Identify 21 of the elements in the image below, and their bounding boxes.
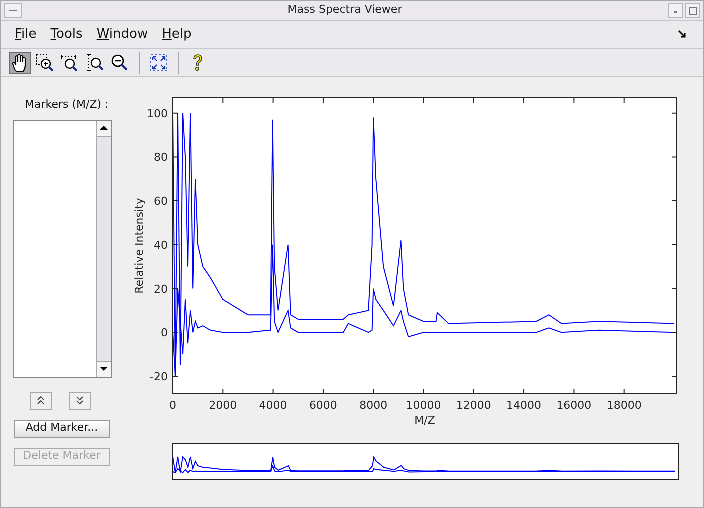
y-tick-label: 100: [147, 107, 168, 120]
x-tick-label: 14000: [506, 399, 542, 412]
y-tick-label: 80: [154, 151, 168, 164]
y-tick-label: 40: [154, 238, 168, 252]
y-tick-label: -20: [150, 370, 168, 384]
x-tick-label: 4000: [259, 399, 288, 412]
x-tick-label: 2000: [209, 399, 238, 412]
window-title: Mass Spectra Viewer: [286, 2, 404, 18]
x-tick-label: 6000: [309, 399, 338, 412]
x-tick-label: 12000: [456, 399, 492, 412]
x-tick-label: 10000: [406, 399, 442, 412]
y-tick-label: 0: [161, 326, 168, 340]
markers-label: Markers (M/Z) :: [25, 97, 109, 113]
y-tick-label: 20: [154, 282, 168, 296]
x-axis-label: M/Z: [414, 414, 436, 427]
x-tick-label: 18000: [606, 399, 642, 412]
y-tick-label: 60: [154, 195, 168, 208]
x-tick-label: 16000: [556, 399, 592, 412]
y-axis-label: Relative Intensity: [133, 198, 146, 294]
x-tick-label: 8000: [360, 399, 388, 412]
x-tick-label: 0: [170, 399, 176, 412]
